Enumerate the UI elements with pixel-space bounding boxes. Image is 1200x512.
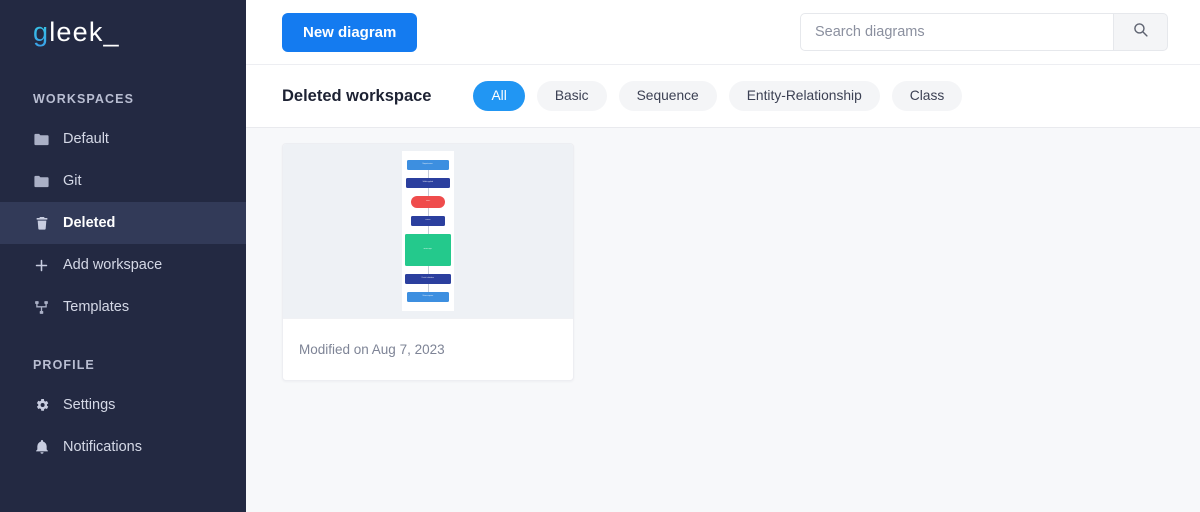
flow-node-label: Persist to database [421,277,435,279]
diagram-modified-date: Modified on Aug 7, 2023 [299,342,445,357]
filter-pill-all[interactable]: All [473,81,525,111]
folder-icon [33,173,50,190]
sidebar-workspace-nav: Default Git Deleted Add workspace Templa… [0,118,246,328]
sidebar-item-label: Templates [63,298,130,315]
search-bar [800,13,1168,51]
diagram-thumbnail[interactable]: Request arrives Validate payload Error? Pro… [283,144,573,318]
filter-pill-basic[interactable]: Basic [536,81,607,111]
flow-edge [427,208,429,217]
sidebar-item-settings[interactable]: Settings [0,384,246,426]
sidebar-item-add-workspace[interactable]: Add workspace [0,244,246,286]
flow-node-label: Return response [422,295,434,297]
sidebar-item-label: Settings [63,396,116,413]
flow-node-label: Request arrives [422,164,434,165]
folder-icon [33,131,50,148]
sidebar: gleek_ WORKSPACES Default Git Deleted Ad… [0,0,246,512]
flow-edge [427,170,429,179]
search-icon [1132,21,1149,43]
bell-icon [33,439,50,456]
sidebar-profile-nav: Settings Notifications [0,384,246,468]
flow-edge [427,226,429,235]
sidebar-item-templates[interactable]: Templates [0,286,246,328]
sidebar-item-label: Notifications [63,438,142,455]
sidebar-item-label: Git [63,172,82,189]
sidebar-section-workspaces-title: WORKSPACES [33,92,135,106]
logo-letter-g: g [33,17,50,47]
app-root: gleek_ WORKSPACES Default Git Deleted Ad… [0,0,1200,512]
filter-pill-sequence[interactable]: Sequence [618,81,717,111]
logo-text: gleek_ [33,19,120,46]
flow-node-label: Validate payload [422,182,434,184]
diagram-card[interactable]: Request arrives Validate payload Error? Pro… [282,143,574,381]
search-input[interactable] [800,13,1113,51]
filter-pill-entity-relationship[interactable]: Entity-Relationship [728,81,880,111]
flow-edge [427,188,429,197]
flow-node-label: Service layer [423,248,433,250]
hierarchy-icon [33,299,50,316]
diagram-thumbnail-page: Request arrives Validate payload Error? Pro… [402,151,454,311]
flow-edge [427,265,429,274]
sidebar-section-profile-title: PROFILE [33,358,95,372]
flow-node: Return response [406,291,450,302]
gear-icon [33,397,50,414]
diagram-grid-area: Request arrives Validate payload Error? Pro… [246,128,1200,512]
flow-node: Validate payload [405,178,451,189]
trash-icon [33,215,50,232]
plus-icon [33,257,50,274]
filter-pill-class[interactable]: Class [891,81,963,111]
sidebar-item-deleted[interactable]: Deleted [0,202,246,244]
diagram-grid: Request arrives Validate payload Error? Pro… [282,143,1164,381]
diagram-thumbnail-flow: Request arrives Validate payload Error? Pro… [405,160,451,302]
sidebar-item-git[interactable]: Git [0,160,246,202]
flow-edge [427,283,429,292]
logo-letter-rest: leek_ [49,17,120,47]
main-area: New diagram Deleted workspace All Basic … [246,0,1200,512]
flow-node: Persist to database [405,273,451,284]
logo[interactable]: gleek_ [0,0,246,65]
filter-bar: Deleted workspace All Basic Sequence Ent… [246,65,1200,128]
topbar: New diagram [246,0,1200,65]
sidebar-item-label: Deleted [63,214,116,231]
sidebar-item-default[interactable]: Default [0,118,246,160]
flow-node-label: Error? [425,201,430,203]
sidebar-item-notifications[interactable]: Notifications [0,426,246,468]
diagram-card-footer: Modified on Aug 7, 2023 [283,318,573,380]
flow-node: Process [411,216,445,227]
search-button[interactable] [1113,13,1168,51]
flow-node: Request arrives [406,160,450,171]
flow-node-label: Process [425,220,431,222]
flow-node: Service layer [405,234,451,266]
new-diagram-button[interactable]: New diagram [282,12,418,52]
flow-node: Error? [410,196,446,209]
sidebar-item-label: Add workspace [63,256,163,273]
sidebar-item-label: Default [63,130,109,147]
page-title: Deleted workspace [282,86,432,105]
